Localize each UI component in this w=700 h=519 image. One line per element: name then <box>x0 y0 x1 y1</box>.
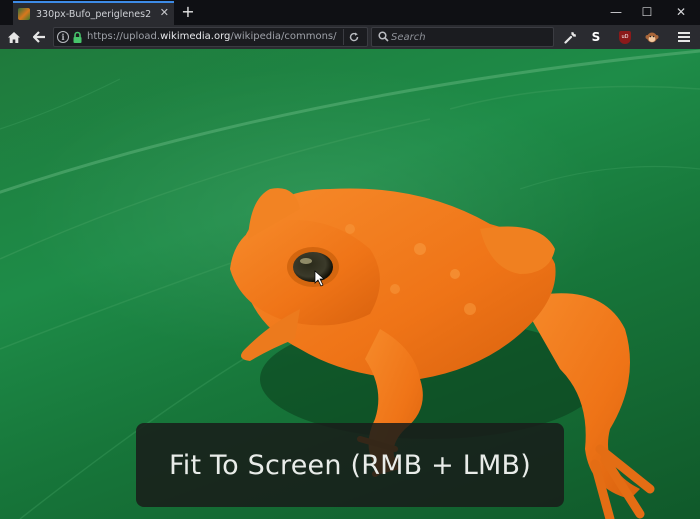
wrench-icon <box>563 31 576 44</box>
search-bar[interactable] <box>371 27 554 47</box>
image-viewport[interactable]: Fit To Screen (RMB + LMB) <box>0 49 700 519</box>
back-button[interactable] <box>28 27 50 47</box>
reload-button[interactable] <box>343 29 363 45</box>
maximize-button[interactable]: ☐ <box>632 0 662 25</box>
s-extension-button[interactable]: S <box>587 28 605 46</box>
ublock-shield-icon: uD <box>619 30 631 44</box>
site-info-icon[interactable]: i <box>57 31 69 43</box>
home-icon <box>8 31 20 43</box>
image-favicon-icon <box>18 8 30 20</box>
tab-title: 330px-Bufo_periglenes2.jpg <box>36 8 152 20</box>
window-close-button[interactable]: ✕ <box>666 0 696 25</box>
lock-icon[interactable] <box>72 31 83 44</box>
back-arrow-icon <box>32 31 45 43</box>
tab-active[interactable]: 330px-Bufo_periglenes2.jpg ✕ <box>13 1 174 25</box>
search-icon <box>378 31 389 42</box>
fit-to-screen-tooltip: Fit To Screen (RMB + LMB) <box>136 423 564 507</box>
url-suffix: /wikipedia/commons/ <box>230 31 337 42</box>
navigation-bar: i https://upload.wikimedia.org/wikipedia… <box>0 25 700 49</box>
url-text[interactable]: https://upload.wikimedia.org/wikipedia/c… <box>87 31 342 42</box>
reload-icon <box>349 32 358 42</box>
url-prefix: https://upload. <box>87 31 161 42</box>
monkey-extension-button[interactable] <box>643 28 661 46</box>
new-tab-button[interactable]: + <box>178 2 198 22</box>
tab-strip: 330px-Bufo_periglenes2.jpg ✕ + — ☐ ✕ <box>0 0 700 25</box>
monkey-face-icon <box>645 32 659 42</box>
tab-close-icon[interactable]: ✕ <box>160 6 169 19</box>
ublock-extension-button[interactable]: uD <box>616 28 634 46</box>
search-input[interactable] <box>391 29 549 45</box>
tooltip-text: Fit To Screen (RMB + LMB) <box>169 449 531 481</box>
hamburger-menu-icon <box>678 30 690 44</box>
url-bar[interactable]: i https://upload.wikimedia.org/wikipedia… <box>53 27 368 47</box>
tools-button[interactable] <box>561 28 579 46</box>
url-domain: wikimedia.org <box>160 31 231 42</box>
menu-button[interactable] <box>675 28 693 46</box>
minimize-button[interactable]: — <box>601 0 631 25</box>
home-button[interactable] <box>3 27 25 47</box>
